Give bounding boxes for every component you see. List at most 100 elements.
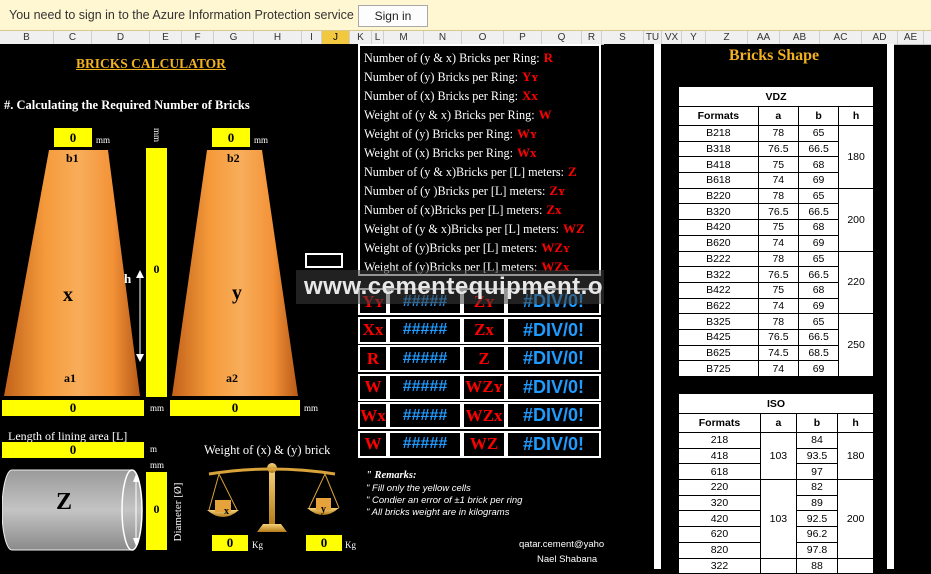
table-cell[interactable]: 68.5 [797, 344, 840, 362]
table-cell[interactable]: 250 [838, 313, 874, 377]
table-cell[interactable]: B325 [678, 313, 759, 330]
table-cell[interactable]: B218 [678, 125, 759, 142]
column-header-q[interactable]: Q [542, 31, 582, 44]
table-cell[interactable]: 65 [797, 187, 840, 205]
column-header-ac[interactable]: AC [820, 31, 862, 44]
column-header-b[interactable]: B [0, 31, 54, 44]
column-header-h[interactable]: H [254, 31, 302, 44]
column-header-p[interactable]: P [504, 31, 542, 44]
column-header-af[interactable]: AF [924, 31, 931, 44]
table-cell[interactable]: 320 [678, 494, 761, 512]
table-cell[interactable]: 620 [678, 526, 761, 543]
column-header-c[interactable]: C [54, 31, 92, 44]
column-header-j[interactable]: J [322, 31, 350, 44]
table-cell[interactable]: 103 [759, 431, 797, 481]
table-cell[interactable]: 76.5 [757, 203, 799, 221]
table-cell[interactable]: B620 [678, 234, 759, 252]
table-cell[interactable]: 76.5 [757, 140, 799, 158]
result-value[interactable]: ##### [388, 316, 462, 344]
result-value[interactable]: ##### [388, 345, 462, 372]
table-cell[interactable]: 75 [757, 281, 799, 299]
table-cell[interactable]: 69 [797, 234, 840, 252]
h-input[interactable]: 0 [146, 148, 167, 397]
table-cell[interactable]: 68 [797, 219, 840, 236]
result-var[interactable]: Zx [462, 316, 506, 344]
result-var[interactable]: WZ [462, 430, 506, 458]
table-cell[interactable]: B425 [678, 328, 759, 346]
table-cell[interactable]: B420 [678, 219, 759, 236]
table-cell[interactable]: B418 [678, 156, 759, 174]
table-cell[interactable]: 66.5 [797, 266, 840, 283]
b1-input[interactable]: 0 [54, 128, 92, 147]
table-cell[interactable]: a [757, 106, 799, 126]
table-cell[interactable]: 69 [797, 360, 840, 377]
table-cell[interactable] [759, 557, 797, 574]
diameter-input[interactable]: 0 [146, 472, 167, 550]
table-cell[interactable]: 78 [757, 313, 799, 330]
column-header-k[interactable]: K [350, 31, 372, 44]
table-cell[interactable]: 820 [678, 541, 761, 559]
table-cell[interactable]: B220 [678, 187, 759, 205]
table-cell[interactable]: 76.5 [757, 266, 799, 283]
selected-cell[interactable] [305, 253, 343, 268]
table-cell[interactable]: B422 [678, 281, 759, 299]
result-value[interactable]: ##### [388, 430, 462, 458]
table-cell[interactable]: 68 [797, 281, 840, 299]
table-cell[interactable]: b [797, 106, 840, 126]
table-cell[interactable]: B222 [678, 250, 759, 268]
result-value[interactable]: ##### [388, 402, 462, 429]
result-var[interactable]: Z [462, 345, 506, 372]
table-cell[interactable]: b [795, 413, 839, 433]
result-var[interactable]: W [358, 373, 388, 401]
table-cell[interactable]: VDZ [678, 86, 874, 107]
table-cell[interactable]: 220 [678, 479, 761, 496]
table-cell[interactable]: Formats [678, 413, 761, 433]
weight-y-input[interactable]: 0 [306, 535, 342, 551]
table-cell[interactable]: 78 [757, 187, 799, 205]
table-cell[interactable] [837, 557, 874, 574]
result-value[interactable]: #DIV/0! [506, 316, 601, 344]
column-header-d[interactable]: D [92, 31, 150, 44]
table-cell[interactable]: 74.5 [757, 344, 799, 362]
table-cell[interactable]: 618 [678, 463, 761, 481]
table-cell[interactable]: 92.5 [795, 510, 839, 528]
table-cell[interactable]: 97 [795, 463, 839, 481]
table-cell[interactable]: 69 [797, 297, 840, 315]
table-cell[interactable]: 68 [797, 156, 840, 174]
table-cell[interactable]: 76.5 [757, 328, 799, 346]
column-header-o[interactable]: O [462, 31, 504, 44]
table-cell[interactable]: 75 [757, 219, 799, 236]
column-header-z[interactable]: Z [706, 31, 748, 44]
table-cell[interactable]: 65 [797, 250, 840, 268]
table-cell[interactable]: B318 [678, 140, 759, 158]
table-cell[interactable]: 69 [797, 172, 840, 189]
column-header-f[interactable]: F [182, 31, 214, 44]
table-cell[interactable]: a [759, 413, 797, 433]
table-cell[interactable]: 78 [757, 250, 799, 268]
table-cell[interactable]: 89 [795, 494, 839, 512]
b2-input[interactable]: 0 [212, 128, 250, 147]
table-cell[interactable]: 93.5 [795, 447, 839, 465]
table-cell[interactable]: B322 [678, 266, 759, 283]
column-header-ad[interactable]: AD [862, 31, 898, 44]
table-cell[interactable]: Formats [678, 106, 759, 126]
column-header-y[interactable]: Y [682, 31, 706, 44]
result-var[interactable]: R [358, 345, 388, 372]
table-cell[interactable]: B618 [678, 172, 759, 189]
a2-input[interactable]: 0 [170, 400, 300, 416]
table-cell[interactable]: 418 [678, 447, 761, 465]
column-header-ab[interactable]: AB [780, 31, 820, 44]
table-cell[interactable]: 97.8 [795, 541, 839, 559]
column-header-tu[interactable]: TU [644, 31, 662, 44]
table-cell[interactable]: 74 [757, 172, 799, 189]
result-value[interactable]: #DIV/0! [506, 373, 601, 401]
column-header-r[interactable]: R [582, 31, 602, 44]
table-cell[interactable]: 74 [757, 360, 799, 377]
table-cell[interactable]: h [838, 106, 874, 126]
result-value[interactable]: #DIV/0! [506, 345, 601, 372]
table-cell[interactable]: 103 [759, 479, 797, 559]
table-cell[interactable]: 66.5 [797, 140, 840, 158]
result-value[interactable]: #DIV/0! [506, 430, 601, 458]
table-cell[interactable]: 180 [838, 125, 874, 189]
column-header-vx[interactable]: VX [662, 31, 682, 44]
